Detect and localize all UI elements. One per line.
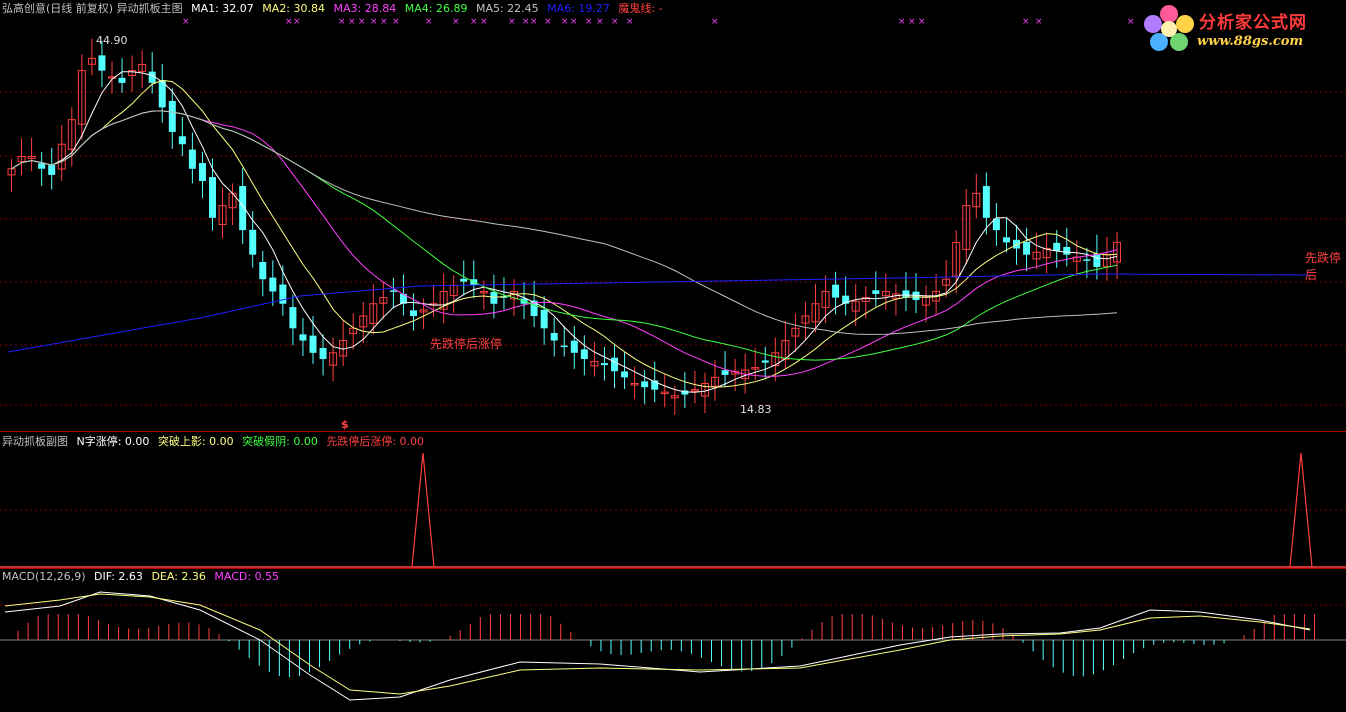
candle-body-down xyxy=(721,370,729,375)
dollar-marker: $ xyxy=(341,418,349,431)
candle-body-down xyxy=(38,163,46,169)
signal-marker-x: × xyxy=(348,17,356,27)
candle-body-down xyxy=(98,55,106,71)
candle-body-down xyxy=(239,186,247,231)
signal-marker-x: × xyxy=(293,17,301,27)
candle-body-down xyxy=(1002,237,1010,243)
signal-marker-x: × xyxy=(358,17,366,27)
signal-marker-x: × xyxy=(561,17,569,27)
candle-body-down xyxy=(269,277,277,292)
candle-body-down xyxy=(902,290,910,298)
candle-body-down xyxy=(1093,253,1101,267)
candle-body-down xyxy=(198,163,206,182)
kline-chart[interactable]: × × × × × × × × × × × × × × × × × × × × × × × × × × × × × × xyxy=(0,0,1346,712)
macd-dea-line xyxy=(4,593,1311,695)
signal-marker-x: × xyxy=(611,17,619,27)
candle-body-down xyxy=(1083,259,1091,261)
candle-body-down xyxy=(1053,242,1061,251)
signal-marker-x: × xyxy=(452,17,460,27)
candle-body-down xyxy=(410,310,417,317)
signal-marker-x: × xyxy=(585,17,593,27)
signal-marker-x: × xyxy=(626,17,634,27)
candle-body-down xyxy=(611,357,618,372)
candle-body-down xyxy=(580,349,588,359)
candle-body-down xyxy=(550,332,558,341)
candle-body-down xyxy=(168,100,176,132)
candle-body-down xyxy=(1023,242,1031,255)
candle-body-down xyxy=(209,177,216,218)
candle-body-down xyxy=(178,136,186,145)
high-price-label: 44.90 xyxy=(96,34,128,47)
candle-body-down xyxy=(621,371,629,378)
signal-marker-x: × xyxy=(711,17,719,27)
candle-body-down xyxy=(289,307,297,329)
signal-marker-x: × xyxy=(570,17,578,27)
candle-body-down xyxy=(872,290,880,294)
signal-marker-x: × xyxy=(508,17,516,27)
signal-label-drop-then-limit: 先跌停后涨停 xyxy=(430,337,503,351)
signal-label-drop-then-limit-right: 先跌停后 xyxy=(1305,251,1342,282)
signal-marker-x: × xyxy=(338,17,346,27)
signal-marker-x: × xyxy=(392,17,400,27)
candle-body-down xyxy=(982,185,990,218)
signal-marker-x: × xyxy=(530,17,538,27)
candle-body-down xyxy=(309,335,317,353)
candle-body-down xyxy=(490,292,498,304)
signal-marker-x: × xyxy=(544,17,552,27)
signal-marker-x: × xyxy=(380,17,388,27)
candle-body-down xyxy=(540,309,548,329)
signal-marker-x: × xyxy=(370,17,378,27)
signal-marker-x: × xyxy=(285,17,293,27)
macd-dif-line xyxy=(4,591,1311,701)
candle-body-down xyxy=(832,284,840,298)
signal-marker-x: × xyxy=(1127,17,1135,27)
candle-body-down xyxy=(319,348,327,359)
candle-body-down xyxy=(249,229,257,255)
candle-body-down xyxy=(389,290,397,292)
candle-body-down xyxy=(641,381,649,388)
ma5-line xyxy=(11,110,1118,335)
candle-body-down xyxy=(299,334,307,341)
candle-body-down xyxy=(570,340,578,353)
signal-marker-x: × xyxy=(425,17,433,27)
signal-marker-x: × xyxy=(898,17,906,27)
signal-marker-x: × xyxy=(1022,17,1030,27)
signal-marker-x: × xyxy=(480,17,488,27)
candle-body-down xyxy=(118,77,126,83)
signal-marker-x: × xyxy=(522,17,530,27)
candle-body-down xyxy=(560,345,568,348)
candle-body-down xyxy=(48,165,56,175)
signal-marker-x: × xyxy=(182,17,190,27)
candle-body-down xyxy=(600,363,608,366)
signal-marker-x: × xyxy=(596,17,604,27)
candle-body-down xyxy=(460,278,468,282)
candle-body-down xyxy=(1063,246,1071,255)
candle-body-down xyxy=(259,261,267,280)
candle-body-down xyxy=(279,284,287,304)
candle-body-down xyxy=(761,360,769,363)
signal-marker-x: × xyxy=(1035,17,1043,27)
signal-marker-x: × xyxy=(918,17,926,27)
signal-marker-x: × xyxy=(908,17,916,27)
candle-body-down xyxy=(188,149,196,169)
low-price-label: 14.83 xyxy=(740,403,772,416)
signal-marker-x: × xyxy=(470,17,478,27)
